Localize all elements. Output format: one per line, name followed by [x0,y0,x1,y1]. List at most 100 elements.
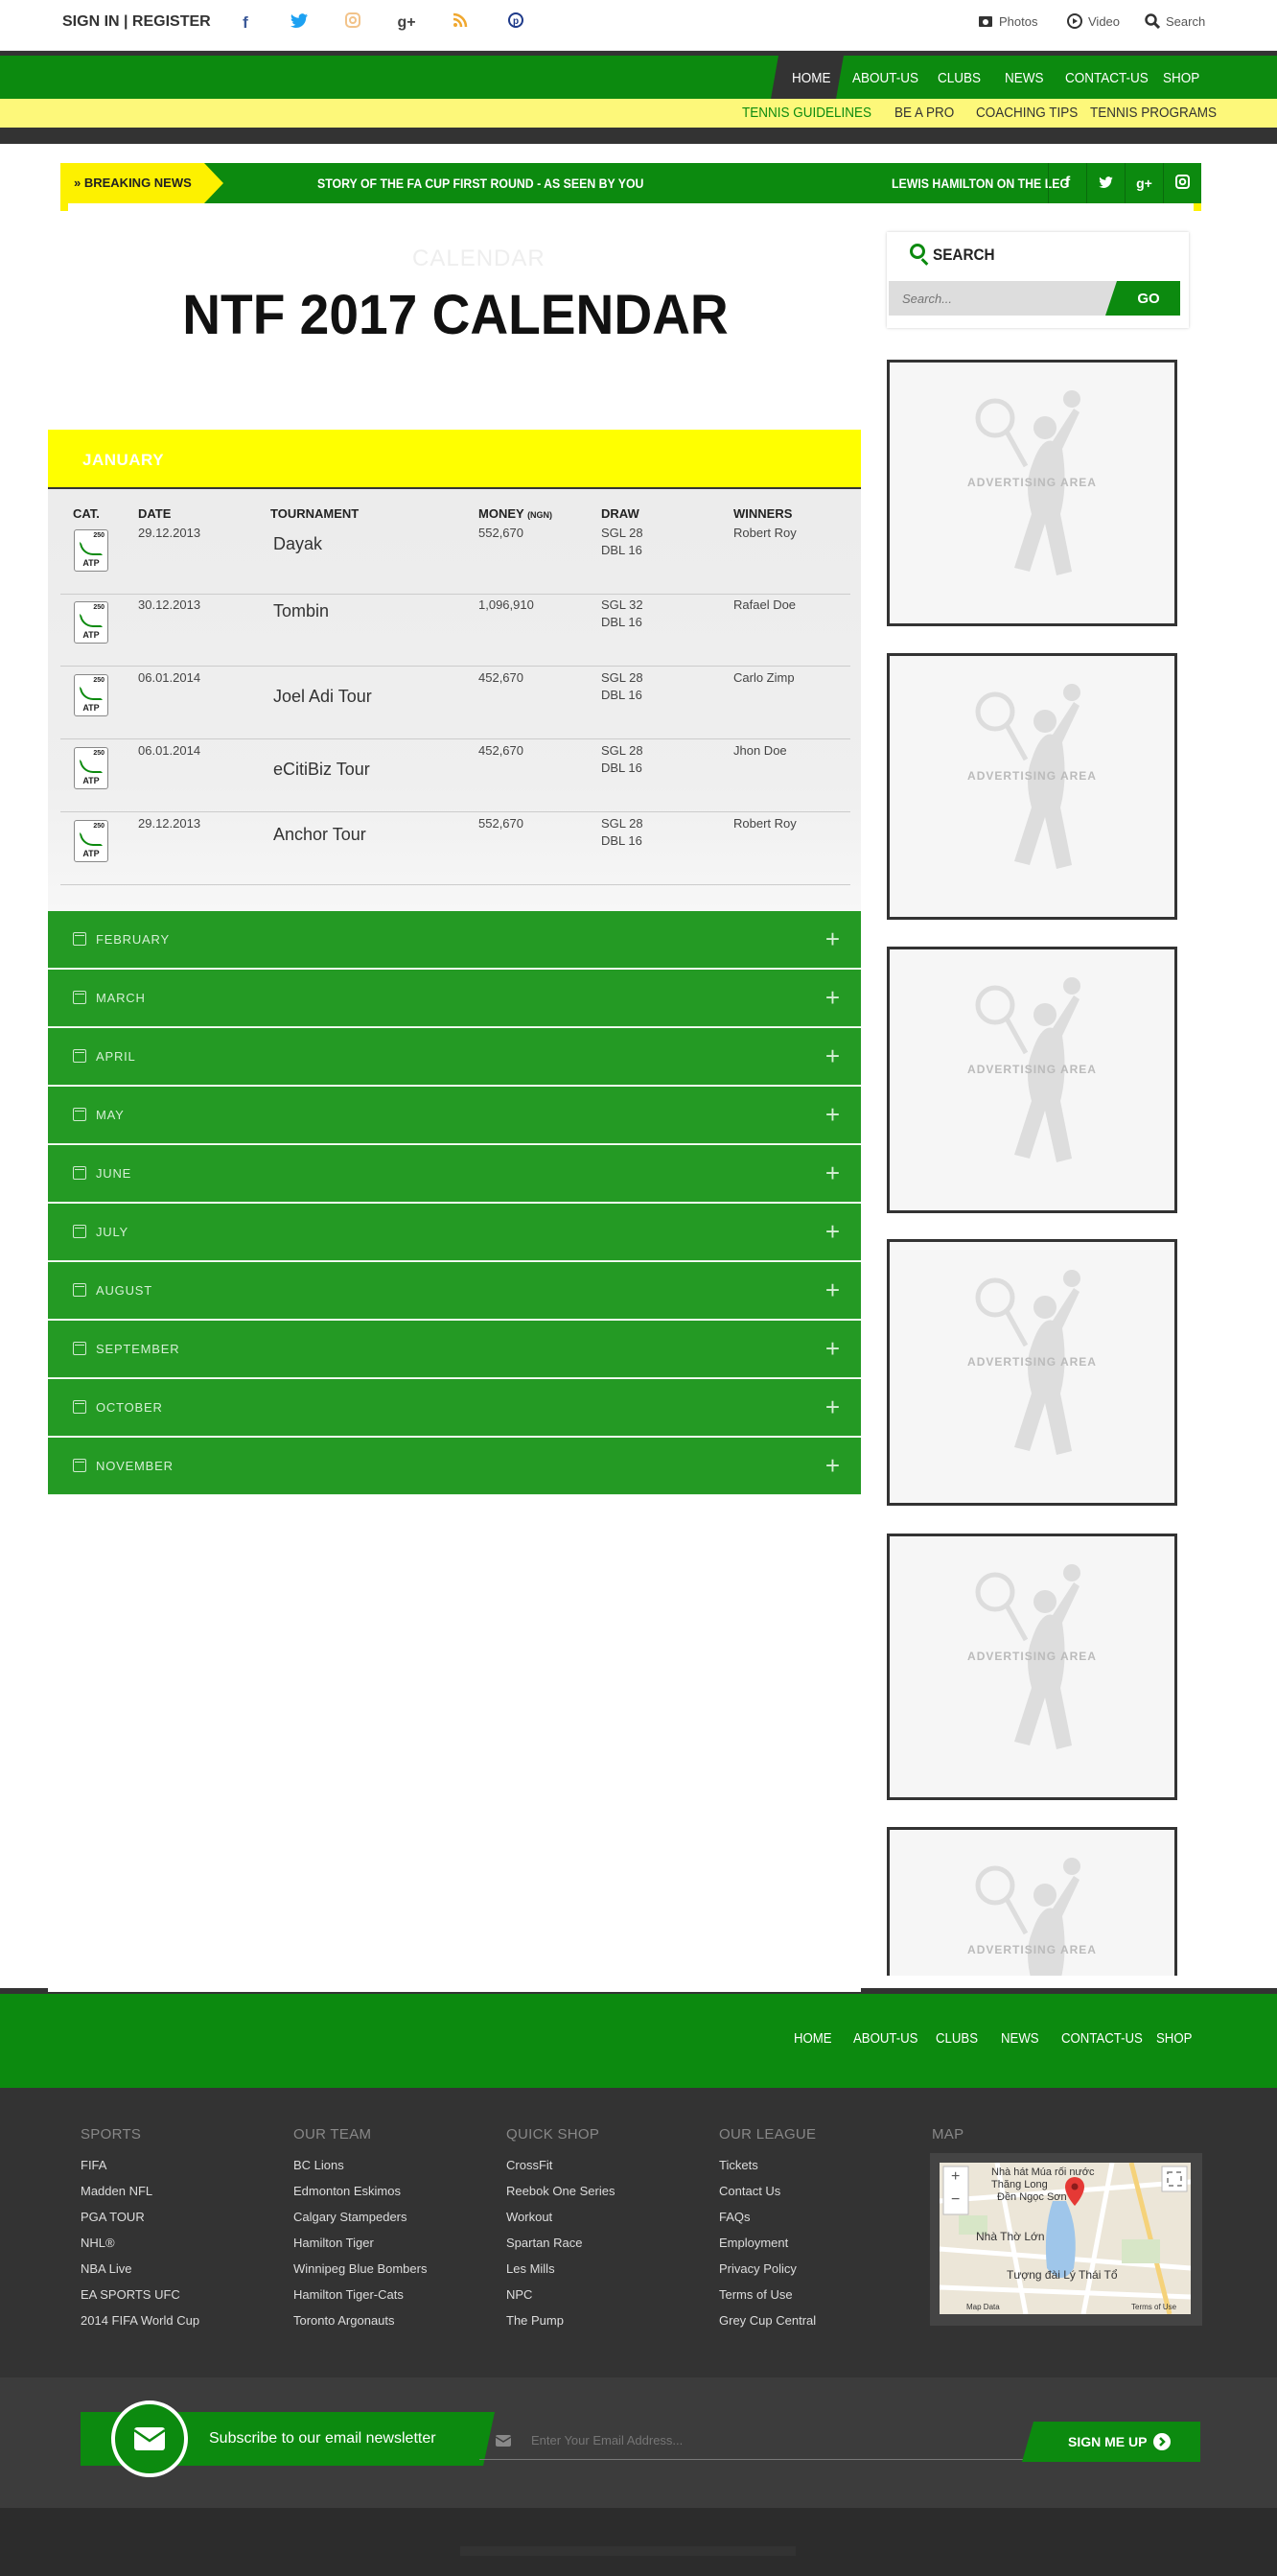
footer-nav-contact-us[interactable]: CONTACT-US [1061,2030,1143,2047]
footer-link[interactable]: CrossFit [506,2158,615,2172]
footer-link[interactable]: Privacy Policy [719,2261,816,2276]
row-tournament[interactable]: Dayak [273,534,322,554]
footer-link[interactable]: Hamilton Tiger [293,2236,427,2250]
footer-link[interactable]: The Pump [506,2313,615,2328]
footer-link[interactable]: Tickets [719,2158,816,2172]
footer-link[interactable]: Edmonton Eskimos [293,2184,427,2198]
plus-icon[interactable]: + [825,1451,840,1481]
search-go-button[interactable]: GO [1105,281,1180,316]
footer-link[interactable]: Spartan Race [506,2236,615,2250]
email-input[interactable] [479,2422,1041,2460]
sign-me-up-button[interactable]: SIGN ME UP [1022,2422,1200,2462]
plus-icon[interactable]: + [825,925,840,954]
footer-link[interactable]: FAQs [719,2210,816,2224]
nav-news[interactable]: NEWS [1005,70,1044,86]
rss-icon[interactable] [449,12,472,35]
footer-link[interactable]: Les Mills [506,2261,615,2276]
footer-link[interactable]: Calgary Stampeders [293,2210,427,2224]
footer-nav-news[interactable]: NEWS [1001,2030,1039,2047]
footer-link[interactable]: BC Lions [293,2158,427,2172]
advertising-area[interactable]: ADVERTISING AREA [887,653,1177,920]
footer-link[interactable]: 2014 FIFA World Cup [81,2313,199,2328]
footer-link[interactable]: Madden NFL [81,2184,199,2198]
footer-link[interactable]: NBA Live [81,2261,199,2276]
footer-link[interactable]: Toronto Argonauts [293,2313,427,2328]
month-accordion-item[interactable]: MAY + [48,1087,861,1144]
plus-icon[interactable]: + [825,1276,840,1305]
twitter-icon[interactable] [288,12,311,35]
subnav-tennis-guidelines[interactable]: TENNIS GUIDELINES [742,105,871,121]
month-header-january[interactable]: JANUARY [48,430,861,489]
advertising-area[interactable]: ADVERTISING AREA [887,360,1177,626]
map-zoom-out-button[interactable]: − [951,2191,960,2209]
row-tournament[interactable]: Tombin [273,601,329,621]
month-accordion-item[interactable]: MARCH + [48,970,861,1027]
plus-icon[interactable]: + [825,1393,840,1422]
plus-icon[interactable]: + [825,1159,840,1188]
instagram-icon[interactable] [1163,163,1201,203]
footer-link[interactable]: Employment [719,2236,816,2250]
facebook-icon[interactable]: f [1048,163,1086,203]
month-accordion-item[interactable]: SEPTEMBER + [48,1321,861,1378]
breaking-news-item[interactable]: LEWIS HAMILTON ON THE LEG [892,176,1069,191]
instagram-icon[interactable] [341,12,364,35]
footer-link[interactable]: NPC [506,2287,615,2302]
plus-icon[interactable]: + [825,983,840,1013]
month-accordion-item[interactable]: APRIL + [48,1028,861,1086]
footer-link[interactable]: NHL® [81,2236,199,2250]
advertising-area[interactable]: ADVERTISING AREA [887,1534,1177,1800]
month-accordion-item[interactable]: JUNE + [48,1145,861,1203]
footer-link[interactable]: Workout [506,2210,615,2224]
pinterest-icon[interactable]: p [504,12,527,35]
month-accordion-item[interactable]: NOVEMBER + [48,1438,861,1495]
nav-about-us[interactable]: ABOUT-US [852,70,918,86]
footer-link[interactable]: PGA TOUR [81,2210,199,2224]
plus-icon[interactable]: + [825,1042,840,1071]
footer-link[interactable]: Contact Us [719,2184,816,2198]
map-widget[interactable]: + − Nhà hát Múa rối nước Thăng Long Đền … [930,2153,1202,2326]
signin-register-link[interactable]: SIGN IN | REGISTER [62,13,211,31]
video-link[interactable]: Video [1067,13,1120,29]
nav-home[interactable]: HOME [792,70,831,86]
nav-clubs[interactable]: CLUBS [938,70,981,86]
google-plus-icon[interactable]: g+ [1125,163,1163,203]
plus-icon[interactable]: + [825,1100,840,1130]
breaking-news-item[interactable]: STORY OF THE FA CUP FIRST ROUND - AS SEE… [317,176,643,191]
nav-contact-us[interactable]: CONTACT-US [1065,70,1149,86]
footer-link[interactable]: Reebok One Series [506,2184,615,2198]
row-tournament[interactable]: Joel Adi Tour [273,687,372,707]
footer-link[interactable]: EA SPORTS UFC [81,2287,199,2302]
month-accordion-item[interactable]: JULY + [48,1204,861,1261]
advertising-area[interactable]: ADVERTISING AREA [887,1827,1177,1992]
month-accordion-item[interactable]: FEBRUARY + [48,911,861,969]
subnav-coaching-tips[interactable]: COACHING TIPS [976,105,1078,121]
subnav-tennis-programs[interactable]: TENNIS PROGRAMS [1090,105,1217,121]
map-zoom-in-button[interactable]: + [951,2168,960,2186]
subnav-be-a-pro[interactable]: BE A PRO [894,105,954,121]
row-tournament[interactable]: Anchor Tour [273,825,366,845]
google-plus-icon[interactable]: g+ [395,12,418,35]
row-tournament[interactable]: eCitiBiz Tour [273,760,370,780]
facebook-icon[interactable]: f [234,12,257,35]
footer-nav-clubs[interactable]: CLUBS [936,2030,978,2047]
footer-link[interactable]: Hamilton Tiger-Cats [293,2287,427,2302]
advertising-area[interactable]: ADVERTISING AREA [887,1239,1177,1506]
search-link[interactable]: Search [1145,13,1205,29]
footer-link[interactable]: Winnipeg Blue Bombers [293,2261,427,2276]
map-terms-link[interactable]: Terms of Use [1131,2303,1176,2311]
footer-nav-shop[interactable]: SHOP [1156,2030,1192,2047]
advertising-area[interactable]: ADVERTISING AREA [887,947,1177,1213]
plus-icon[interactable]: + [825,1217,840,1247]
footer-link[interactable]: Grey Cup Central [719,2313,816,2328]
search-input[interactable] [889,281,1117,316]
photos-link[interactable]: Photos [978,13,1037,29]
map-canvas[interactable]: + − Nhà hát Múa rối nước Thăng Long Đền … [940,2163,1191,2314]
plus-icon[interactable]: + [825,1334,840,1364]
month-accordion-item[interactable]: AUGUST + [48,1262,861,1320]
month-accordion-item[interactable]: OCTOBER + [48,1379,861,1437]
footer-link[interactable]: Terms of Use [719,2287,816,2302]
footer-nav-home[interactable]: HOME [794,2030,832,2047]
footer-link[interactable]: FIFA [81,2158,199,2172]
nav-shop[interactable]: SHOP [1163,70,1199,86]
footer-nav-about-us[interactable]: ABOUT-US [853,2030,917,2047]
